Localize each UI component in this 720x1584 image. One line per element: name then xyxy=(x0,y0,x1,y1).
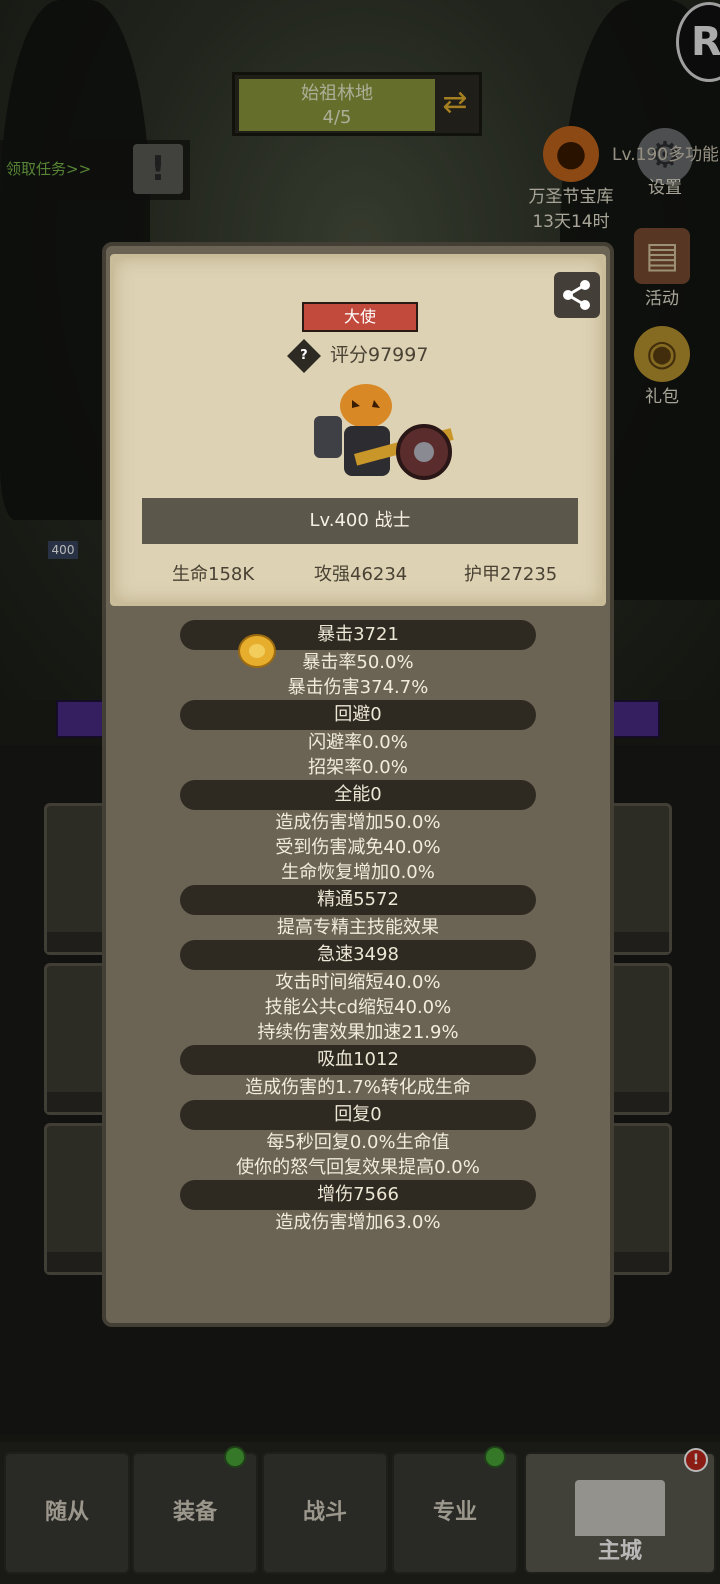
stat-line: 技能公共cd缩短40.0% xyxy=(264,997,452,1018)
stat-group: 增伤7566 造成伤害增加63.0% xyxy=(106,1180,610,1235)
stat-group-header: 全能0 xyxy=(180,780,536,810)
stat-group-header: 增伤7566 xyxy=(180,1180,536,1210)
stat-line: 持续伤害效果加速21.9% xyxy=(257,1022,459,1043)
stat-line: 生命恢复增加0.0% xyxy=(281,862,435,883)
stat-group-header: 暴击3721 xyxy=(180,620,536,650)
share-button[interactable] xyxy=(554,272,600,318)
hero-name-bar: Lv.400 战士 xyxy=(142,498,578,544)
stat-group: 暴击3721 暴击率50.0% 暴击伤害374.7% xyxy=(106,620,610,700)
share-icon xyxy=(563,280,590,310)
stat-line: 受到伤害减免40.0% xyxy=(275,837,441,858)
stat-group-header: 吸血1012 xyxy=(180,1045,536,1075)
life-stat: 生命158K xyxy=(172,564,255,585)
stat-line: 暴击率50.0% xyxy=(302,652,414,673)
stat-group: 急速3498 攻击时间缩短40.0% 技能公共cd缩短40.0% 持续伤害效果加速21… xyxy=(106,940,610,1045)
stat-line: 攻击时间缩短40.0% xyxy=(275,972,441,993)
stat-line: 使你的怒气回复效果提高0.0% xyxy=(236,1157,480,1178)
stat-group-header: 回避0 xyxy=(180,700,536,730)
stat-line: 造成伤害增加63.0% xyxy=(275,1212,441,1233)
hero-character-icon xyxy=(314,384,454,480)
stats-list: 暴击3721 暴击率50.0% 暴击伤害374.7% 回避0 闪避率0.0% 招架率0.0… xyxy=(106,620,610,1235)
stat-group: 回复0 每5秒回复0.0%生命值使你的怒气回复效果提高0.0% xyxy=(106,1100,610,1180)
help-icon[interactable]: ? xyxy=(287,338,321,373)
score-row: ? 评分97997 xyxy=(287,338,429,373)
hero-stats-modal: 大使 ? 评分97997 Lv.400 战士 生命158K 攻强46234 护甲… xyxy=(102,242,614,1327)
stat-group: 吸血1012 造成伤害的1.7%转化成生命 xyxy=(106,1045,610,1100)
stat-group-header: 回复0 xyxy=(180,1100,536,1130)
gold-coin-icon[interactable] xyxy=(238,634,276,668)
stat-group: 全能0 造成伤害增加50.0% 受到伤害减免40.0% 生命恢复增加0.0% xyxy=(106,780,610,885)
stat-line: 提高专精主技能效果 xyxy=(277,917,439,938)
stat-line: 每5秒回复0.0%生命值 xyxy=(266,1132,450,1153)
stat-line: 招架率0.0% xyxy=(308,757,408,778)
stat-line: 造成伤害的1.7%转化成生命 xyxy=(245,1077,471,1098)
hero-card: 大使 ? 评分97997 Lv.400 战士 生命158K 攻强46234 护甲… xyxy=(110,254,606,606)
stat-group: 精通5572 提高专精主技能效果 xyxy=(106,885,610,940)
hero-score: 评分97997 xyxy=(330,344,429,366)
attack-stat: 攻强46234 xyxy=(314,564,408,585)
stat-line: 暴击伤害374.7% xyxy=(287,677,429,698)
stat-group-header: 急速3498 xyxy=(180,940,536,970)
stat-group: 回避0 闪避率0.0% 招架率0.0% xyxy=(106,700,610,780)
hero-title-badge: 大使 xyxy=(302,302,418,332)
armor-stat: 护甲27235 xyxy=(464,564,558,585)
stat-group-header: 精通5572 xyxy=(180,885,536,915)
stat-line: 造成伤害增加50.0% xyxy=(275,812,441,833)
stat-line: 闪避率0.0% xyxy=(308,732,408,753)
hero-base-stats: 生命158K 攻强46234 护甲27235 xyxy=(114,560,610,590)
